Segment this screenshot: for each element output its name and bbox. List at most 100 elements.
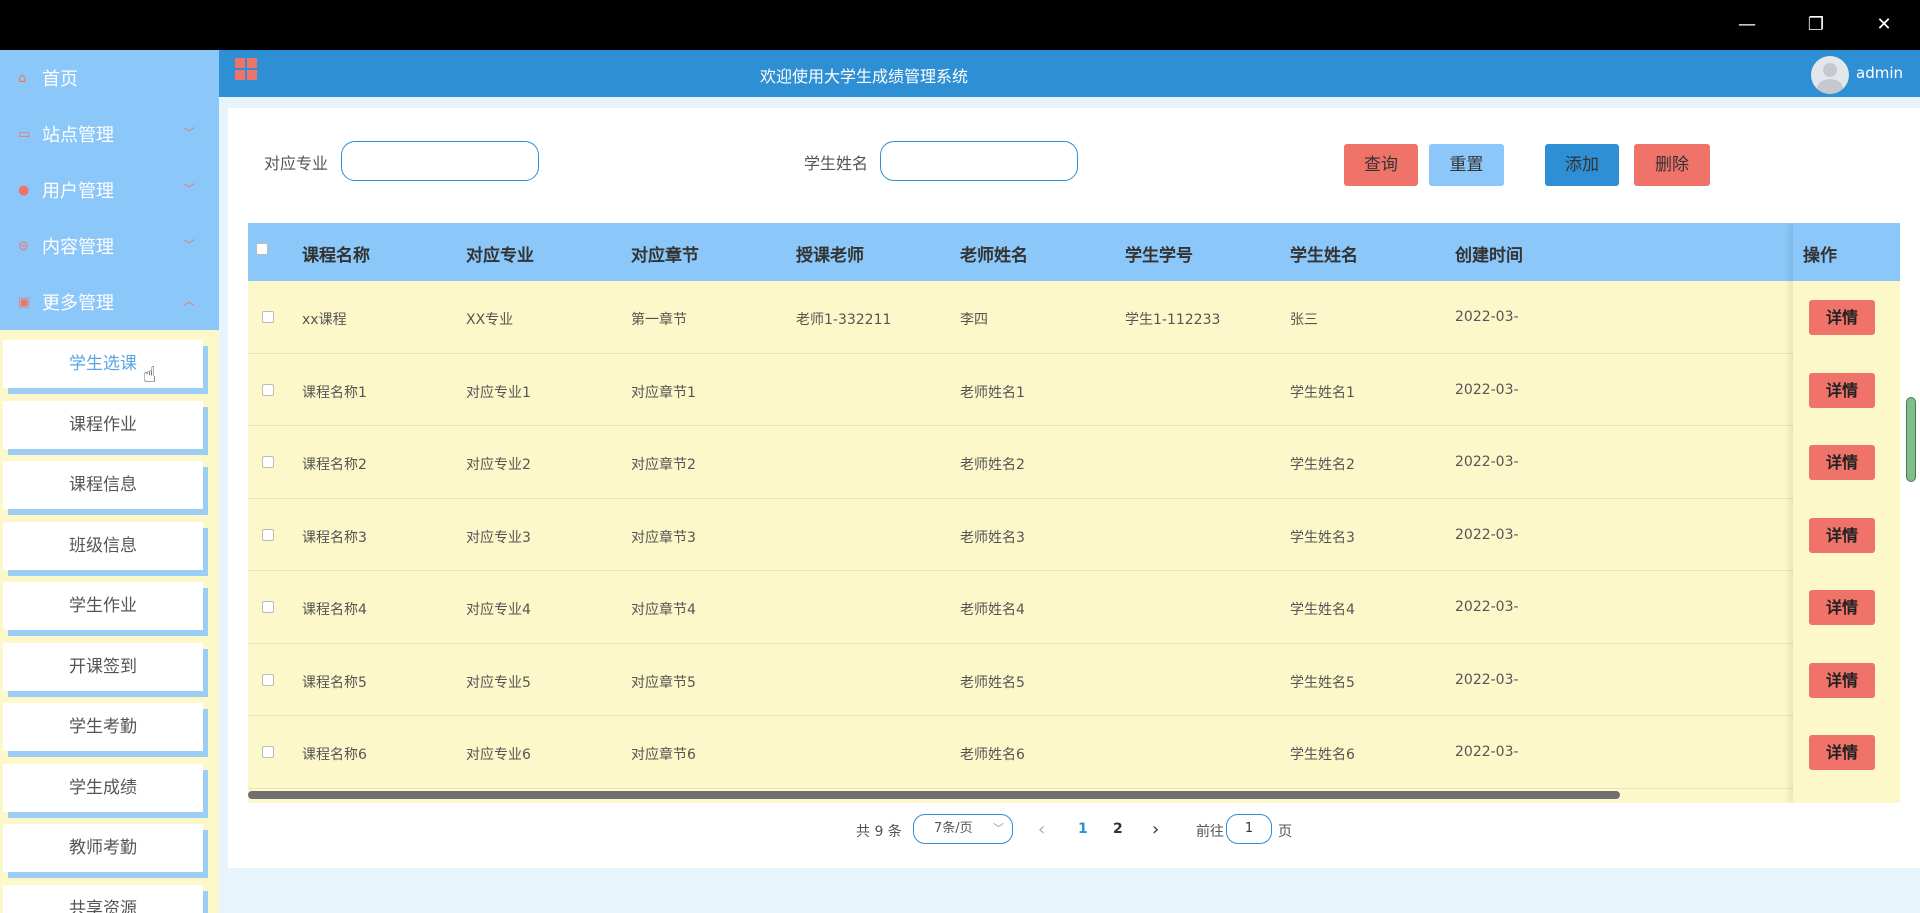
sidebar-item-0[interactable]: ⌂ 首页 <box>0 50 219 106</box>
submenu-item[interactable]: 学生考勤 <box>3 703 203 751</box>
detail-button[interactable]: 详情 <box>1809 300 1875 335</box>
row-checkbox[interactable] <box>262 601 274 613</box>
table-cell: 张三 <box>1290 312 1318 328</box>
avatar[interactable] <box>1811 56 1849 94</box>
goto-label: 前往 <box>1196 824 1224 840</box>
student-name-label: 学生姓名 <box>804 154 869 173</box>
submenu-item[interactable]: 共享资源 <box>3 884 203 913</box>
detail-button[interactable]: 详情 <box>1809 445 1875 480</box>
goto-page-input[interactable]: 1 <box>1226 814 1272 844</box>
submenu-item[interactable]: 班级信息 <box>3 521 203 570</box>
table-cell: 学生姓名2 <box>1290 457 1355 473</box>
sidebar-item-2[interactable]: ● 用户管理 ﹀ <box>0 162 219 218</box>
submenu-item[interactable]: 学生作业 <box>3 582 203 630</box>
detail-button[interactable]: 详情 <box>1809 590 1875 625</box>
top-header: 欢迎使用大学生成绩管理系统 admin <box>219 50 1920 97</box>
submenu-item[interactable]: 开课签到 <box>3 642 203 691</box>
major-input[interactable] <box>341 141 539 181</box>
sidebar-item-1[interactable]: ▭ 站点管理 ﹀ <box>0 106 219 162</box>
next-page-button[interactable]: › <box>1152 819 1159 840</box>
detail-button[interactable]: 详情 <box>1809 662 1875 698</box>
user-icon: ● <box>18 182 30 198</box>
table-cell: 对应章节4 <box>631 602 696 618</box>
column-header: 老师姓名 <box>960 246 1028 266</box>
reset-button[interactable]: 重置 <box>1429 144 1504 186</box>
table-cell: 2022-03- <box>1455 526 1519 543</box>
table-cell: 2022-03- <box>1455 671 1519 688</box>
table-cell: 课程名称3 <box>302 529 367 546</box>
sidebar-item-label: 内容管理 <box>42 237 114 258</box>
table-cell: 老师1-332211 <box>796 312 892 328</box>
row-checkbox[interactable] <box>262 673 274 686</box>
table-cell: 2022-03- <box>1455 454 1519 470</box>
monitor-icon: ▭ <box>18 126 31 142</box>
submenu-item[interactable]: 课程作业 <box>3 400 203 449</box>
username-label[interactable]: admin <box>1856 64 1903 82</box>
page-1-button[interactable]: 1 <box>1078 821 1088 837</box>
table-cell: 第一章节 <box>631 312 687 328</box>
select-all-checkbox[interactable] <box>256 243 268 255</box>
table-row: 课程名称1 对应专业1 对应章节1 老师姓名1 学生姓名1 2022-03- <box>248 354 1900 426</box>
row-checkbox[interactable] <box>262 456 274 468</box>
table-cell: 对应章节1 <box>631 384 696 401</box>
table-cell: 学生姓名3 <box>1290 529 1355 546</box>
table-cell: 2022-03- <box>1455 744 1519 760</box>
row-checkbox[interactable] <box>262 311 274 323</box>
prev-page-button[interactable]: ‹ <box>1038 819 1045 840</box>
restore-button[interactable]: ❐ <box>1796 8 1836 42</box>
table-cell: 对应专业3 <box>466 529 531 546</box>
table-cell: 学生姓名5 <box>1290 674 1355 691</box>
table-row: 课程名称6 对应专业6 对应章节6 老师姓名6 学生姓名6 2022-03- <box>248 716 1900 789</box>
submenu-item[interactable]: 学生成绩 <box>3 763 203 812</box>
chevron-icon: ﹀ <box>182 126 195 140</box>
row-checkbox[interactable] <box>262 383 274 396</box>
student-name-input[interactable] <box>880 141 1078 181</box>
window-titlebar: — ❐ ✕ <box>0 0 1920 50</box>
detail-button[interactable]: 详情 <box>1809 372 1875 408</box>
chevron-icon: ︿ <box>182 294 195 308</box>
column-header: 对应章节 <box>631 246 699 266</box>
table-row: xx课程 XX专业 第一章节 老师1-332211 李四 学生1-112233 张三 2022… <box>248 281 1900 354</box>
submenu-item[interactable]: 教师考勤 <box>3 824 203 872</box>
vertical-scrollbar[interactable] <box>1906 397 1916 482</box>
total-count: 共 9 条 <box>856 824 902 840</box>
table-cell: 对应专业5 <box>466 674 531 691</box>
column-header: 学生姓名 <box>1290 246 1358 266</box>
sidebar-item-label: 首页 <box>42 69 78 90</box>
sidebar: ⌂ 首页 ▭ 站点管理 ﹀ ● 用户管理 ﹀ ⊝ 内容管理 ﹀ ▣ 更多管理 ︿ 学生选课课程作业课程信息… <box>0 50 219 913</box>
table-cell: 课程名称2 <box>302 457 367 473</box>
table-cell: 学生姓名1 <box>1290 384 1355 401</box>
table-cell: 对应专业1 <box>466 384 531 401</box>
content-panel: 对应专业 学生姓名 查询 重置 添加 删除 课程名称 对应专业 对应章节 授课老师 老师… <box>228 108 1920 868</box>
table-cell: xx课程 <box>302 312 347 328</box>
table-row: 课程名称3 对应专业3 对应章节3 老师姓名3 学生姓名3 2022-03- <box>248 499 1900 571</box>
detail-button[interactable]: 详情 <box>1809 735 1875 770</box>
horizontal-scrollbar[interactable] <box>248 791 1620 799</box>
delete-button[interactable]: 删除 <box>1634 144 1710 186</box>
row-checkbox[interactable] <box>262 746 274 758</box>
sidebar-item-4[interactable]: ▣ 更多管理 ︿ <box>0 274 219 330</box>
column-header: 对应专业 <box>466 246 534 266</box>
table-cell: 对应专业4 <box>466 602 531 618</box>
table-cell: 课程名称1 <box>302 384 367 401</box>
page-suffix-label: 页 <box>1278 824 1292 840</box>
row-checkbox[interactable] <box>262 528 274 541</box>
detail-button[interactable]: 详情 <box>1809 517 1875 553</box>
table-cell: 老师姓名4 <box>960 602 1025 618</box>
submenu-item[interactable]: 学生选课 <box>3 340 203 388</box>
major-label: 对应专业 <box>264 154 329 173</box>
page-size-select[interactable]: 7条/页 ﹀ <box>913 814 1013 844</box>
minimize-button[interactable]: — <box>1727 8 1767 42</box>
table-header: 课程名称 对应专业 对应章节 授课老师 老师姓名 学生学号 学生姓名 创建时间 <box>248 223 1900 281</box>
close-button[interactable]: ✕ <box>1864 8 1904 42</box>
page-2-button[interactable]: 2 <box>1113 821 1123 837</box>
table-cell: 对应专业2 <box>466 457 531 473</box>
home-icon: ⌂ <box>18 70 27 86</box>
operation-column: 操作 详情 详情 详情 详情 详情 详情 详情 <box>1793 223 1900 803</box>
sidebar-item-3[interactable]: ⊝ 内容管理 ﹀ <box>0 218 219 274</box>
table-cell: 2022-03- <box>1455 381 1519 398</box>
add-button[interactable]: 添加 <box>1545 144 1619 186</box>
page-size-value: 7条/页 <box>934 821 973 836</box>
submenu-item[interactable]: 课程信息 <box>3 461 203 509</box>
query-button[interactable]: 查询 <box>1344 144 1418 186</box>
